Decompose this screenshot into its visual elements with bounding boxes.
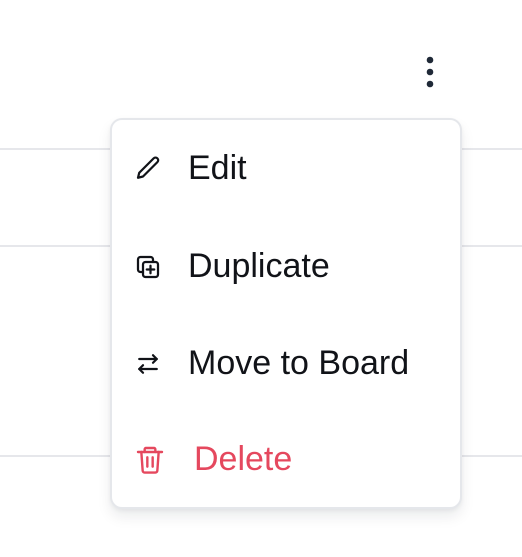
pencil-icon: [132, 153, 164, 185]
context-menu: Edit Duplicate Move to Board Delete: [110, 118, 462, 509]
duplicate-icon: [132, 251, 164, 283]
menu-item-edit[interactable]: Edit: [112, 138, 460, 198]
menu-item-label: Edit: [188, 149, 247, 187]
card-list-background: Edit Duplicate Move to Board Delete: [0, 0, 522, 557]
menu-item-label: Delete: [194, 440, 293, 478]
menu-item-duplicate[interactable]: Duplicate: [112, 236, 460, 296]
more-options-button[interactable]: [414, 52, 446, 92]
trash-icon: [134, 444, 166, 476]
menu-item-label: Duplicate: [188, 247, 330, 285]
menu-item-delete[interactable]: Delete: [112, 429, 460, 489]
menu-item-move-to-board[interactable]: Move to Board: [112, 333, 460, 393]
menu-item-label: Move to Board: [188, 344, 410, 382]
swap-arrows-icon: [132, 348, 164, 380]
more-vertical-icon: [426, 56, 434, 88]
